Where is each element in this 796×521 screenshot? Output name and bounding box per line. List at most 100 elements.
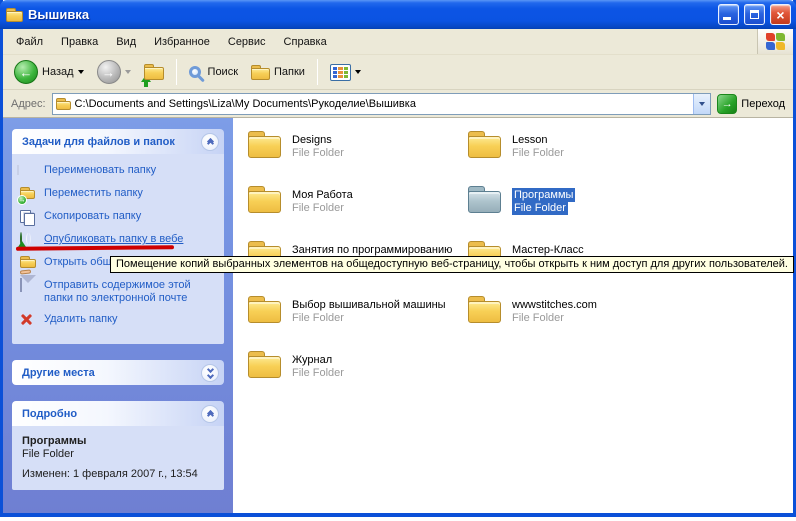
folder-icon — [467, 131, 502, 159]
go-icon: → — [717, 94, 737, 114]
details-body: Программы File Folder Изменен: 1 февраля… — [12, 426, 224, 490]
up-folder-icon — [144, 64, 164, 80]
copy-icon — [20, 210, 37, 225]
menu-edit[interactable]: Правка — [52, 36, 107, 48]
views-dropdown-icon[interactable] — [355, 70, 361, 74]
file-tasks-body: Переименовать папку → Переместить папку … — [12, 154, 224, 344]
search-icon — [189, 66, 201, 78]
search-button[interactable]: Поиск — [184, 64, 243, 80]
windows-logo-icon — [766, 33, 785, 50]
back-icon: ← — [14, 60, 38, 84]
folder-item-lesson[interactable]: LessonFile Folder — [467, 131, 793, 186]
window-folder-icon — [6, 8, 23, 22]
menu-view[interactable]: Вид — [107, 36, 145, 48]
other-places-header[interactable]: Другие места — [12, 360, 224, 385]
address-folder-icon — [56, 98, 71, 110]
folders-button[interactable]: Папки — [246, 63, 310, 82]
task-move-folder[interactable]: → Переместить папку — [20, 187, 220, 202]
details-header[interactable]: Подробно — [12, 401, 224, 426]
folder-type: File Folder — [292, 202, 353, 215]
task-label[interactable]: Опубликовать папку в вебе — [44, 233, 183, 246]
folder-icon — [247, 186, 282, 214]
views-button[interactable] — [325, 62, 366, 83]
task-label[interactable]: Скопировать папку — [44, 210, 141, 223]
file-tasks-header[interactable]: Задачи для файлов и папок — [12, 129, 224, 154]
back-label: Назад — [42, 66, 74, 78]
folder-name: Программы — [512, 188, 575, 202]
toolbar-separator — [317, 59, 318, 85]
task-copy-folder[interactable]: Скопировать папку — [20, 210, 220, 225]
address-label: Адрес: — [11, 98, 46, 110]
folder-item-wwwstitches[interactable]: wwwstitches.comFile Folder — [467, 296, 793, 351]
file-list-area[interactable]: DesignsFile Folder Моя РаботаFile Folder… — [233, 118, 793, 513]
task-email-folder[interactable]: Отправить содержимое этой папки по элект… — [20, 279, 220, 305]
collapse-button[interactable] — [201, 133, 219, 151]
go-button[interactable]: → Переход — [717, 94, 785, 114]
folder-name: Мастер-Класс — [512, 243, 584, 257]
title-bar[interactable]: Вышивка × — [0, 0, 796, 29]
minimize-icon — [723, 17, 731, 20]
forward-dropdown-icon — [125, 70, 131, 74]
minimize-button[interactable] — [718, 4, 739, 25]
folder-icon-selected — [467, 186, 502, 214]
search-label: Поиск — [208, 66, 238, 78]
forward-icon: → — [97, 60, 121, 84]
window-title: Вышивка — [28, 7, 713, 22]
close-button[interactable]: × — [770, 4, 791, 25]
back-dropdown-icon[interactable] — [78, 70, 84, 74]
folder-name: Lesson — [512, 133, 564, 147]
details-item-modified: Изменен: 1 февраля 2007 г., 13:54 — [22, 468, 214, 480]
details-item-type: File Folder — [22, 448, 214, 460]
maximize-icon — [750, 10, 759, 19]
details-panel: Подробно Программы File Folder Изменен: … — [12, 401, 224, 490]
menu-bar: Файл Правка Вид Избранное Сервис Справка — [3, 29, 793, 55]
folder-type: File Folder — [512, 202, 568, 215]
maximize-button[interactable] — [744, 4, 765, 25]
folder-name: Занятия по программированию — [292, 243, 452, 257]
folder-name: Журнал — [292, 353, 344, 367]
other-places-panel: Другие места — [12, 360, 224, 385]
details-item-name: Программы — [22, 435, 214, 447]
forward-button[interactable]: → — [92, 58, 136, 86]
task-label[interactable]: Отправить содержимое этой папки по элект… — [44, 279, 196, 305]
delete-icon — [20, 313, 37, 328]
collapse-button[interactable] — [201, 405, 219, 423]
folder-type: File Folder — [512, 312, 597, 325]
folder-item-designs[interactable]: DesignsFile Folder — [247, 131, 467, 186]
folder-item-programmy-selected[interactable]: ПрограммыFile Folder — [467, 186, 793, 241]
address-dropdown-button[interactable] — [693, 94, 710, 114]
folder-name: Designs — [292, 133, 344, 147]
task-pane: Задачи для файлов и папок Переименовать … — [3, 118, 233, 513]
views-icon — [330, 64, 351, 81]
task-rename-folder[interactable]: Переименовать папку — [20, 164, 220, 179]
menu-tools[interactable]: Сервис — [219, 36, 275, 48]
toolbar-separator — [176, 59, 177, 85]
menu-file[interactable]: Файл — [7, 36, 52, 48]
task-label[interactable]: Переместить папку — [44, 187, 143, 200]
folder-item-zhurnal[interactable]: ЖурналFile Folder — [247, 351, 467, 406]
task-publish-folder-to-web[interactable]: Опубликовать папку в вебе — [20, 233, 220, 248]
address-input[interactable]: C:\Documents and Settings\Liza\My Docume… — [52, 93, 712, 115]
tooltip: Помещение копий выбранных элементов на о… — [110, 256, 794, 273]
share-folder-icon — [20, 256, 37, 271]
task-label[interactable]: Переименовать папку — [44, 164, 156, 177]
up-button[interactable] — [139, 62, 169, 82]
task-label[interactable]: Удалить папку — [44, 313, 118, 326]
details-title: Подробно — [22, 408, 77, 420]
back-button[interactable]: ← Назад — [9, 58, 89, 86]
folder-icon — [467, 296, 502, 324]
folder-icon — [247, 351, 282, 379]
folder-icon — [247, 131, 282, 159]
folder-icon — [247, 296, 282, 324]
folder-type: File Folder — [512, 147, 564, 160]
folder-item-vybor-mashiny[interactable]: Выбор вышивальной машиныFile Folder — [247, 296, 467, 351]
folder-item-moya-rabota[interactable]: Моя РаботаFile Folder — [247, 186, 467, 241]
address-value[interactable]: C:\Documents and Settings\Liza\My Docume… — [75, 98, 690, 110]
menu-favorites[interactable]: Избранное — [145, 36, 219, 48]
address-bar: Адрес: C:\Documents and Settings\Liza\My… — [3, 90, 793, 118]
task-delete-folder[interactable]: Удалить папку — [20, 313, 220, 328]
folder-type: File Folder — [292, 147, 344, 160]
menu-help[interactable]: Справка — [275, 36, 336, 48]
folder-name: Моя Работа — [292, 188, 353, 202]
expand-button[interactable] — [201, 364, 219, 382]
